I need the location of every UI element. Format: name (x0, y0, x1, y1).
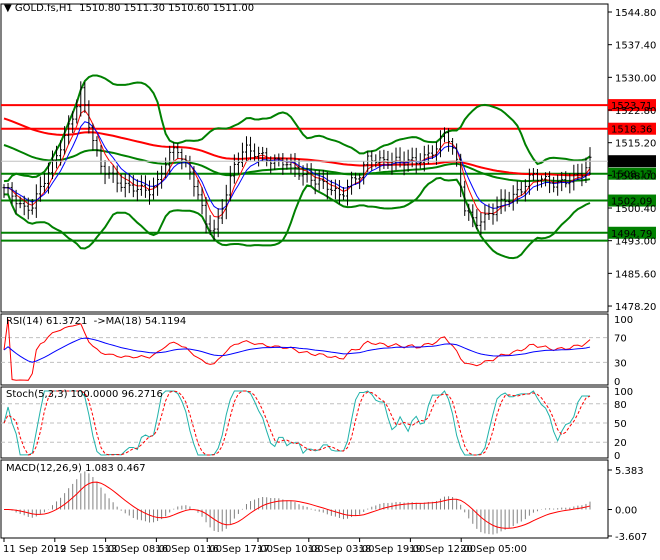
macd-tick-label: -3.607 (615, 532, 647, 543)
rsi-tick-label: 30 (614, 358, 627, 369)
price-tick-label: 1500.40 (615, 204, 656, 215)
macd-tick-label: 5.383 (615, 466, 644, 477)
price-tick-label: 1530.00 (615, 73, 656, 84)
price-tick-label: 1544.80 (615, 8, 656, 19)
stoch-tick-label: 80 (614, 400, 627, 411)
macd-signal-line (3, 481, 591, 529)
price-tick-label: 1478.20 (615, 302, 656, 313)
slow-green-ma (3, 144, 591, 183)
stoch-tick-label: 20 (614, 438, 627, 449)
macd-title: MACD(12,26,9) 1.083 0.467 (6, 463, 146, 474)
price-tick-label: 1522.80 (615, 106, 656, 117)
bollinger-lower (3, 176, 591, 260)
chart-canvas[interactable]: 1523.711518.361508.171502.091494.791511.… (0, 0, 660, 560)
stoch-tick-label: 100 (614, 387, 633, 398)
stoch-tick-label: 50 (614, 419, 627, 430)
dropdown-triangle-icon[interactable]: ▼ (4, 3, 15, 14)
ohlc-values: 1510.80 1511.30 1510.60 1511.00 (79, 3, 255, 14)
rsi-title: RSI(14) 61.3721 ->MA(18) 54.1194 (6, 316, 187, 327)
rsi-tick-label: 70 (614, 334, 627, 345)
trading-chart-window: 1523.71 1518.36 1508.17 1502.09 1494.79 1511.… (0, 0, 660, 560)
symbol-label: GOLD.fs,H1 (14, 3, 73, 14)
macd-tick-label: 0.00 (615, 506, 637, 517)
stoch-title: Stoch(5,3,3) 100.0000 96.2716 (6, 389, 163, 400)
rsi-ma-line (3, 337, 591, 363)
time-tick-label: 20 Sep 05:00 (460, 544, 527, 555)
current-price-label: 1511.00 (611, 157, 652, 168)
chart-header: ▼ GOLD.fs,H1 1510.80 1511.30 1510.60 151… (4, 3, 254, 14)
panel-main (0, 3, 609, 313)
price-tick-label: 1537.40 (615, 41, 656, 52)
rsi-tick-label: 100 (614, 315, 633, 326)
price-tick-label: 1485.60 (615, 269, 656, 280)
price-tick-label: 1508.00 (615, 171, 656, 182)
level-label: 1518.36 (611, 125, 652, 136)
price-tick-label: 1493.00 (615, 237, 656, 248)
stoch-tick-label: 0 (614, 451, 620, 462)
rsi-line (3, 318, 591, 381)
price-tick-label: 1515.20 (615, 139, 656, 150)
